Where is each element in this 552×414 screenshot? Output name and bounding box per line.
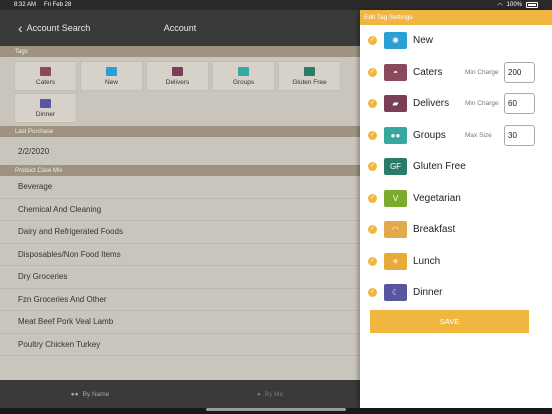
checkmark-icon[interactable]: ✓: [368, 67, 377, 77]
tag-tile[interactable]: Dinner: [14, 93, 77, 123]
new-badge-icon: ✺: [384, 32, 407, 50]
wifi-icon: ◠: [497, 2, 503, 9]
section-header-case-mix: Product Case Mix: [0, 165, 360, 176]
by-name-label: By Name: [82, 390, 110, 398]
tag-name: Breakfast: [413, 224, 456, 236]
section-header-last-purchase: Last Purchase: [0, 126, 360, 137]
nav-bar: ‹ Account Search Account: [0, 10, 360, 46]
case-mix-row[interactable]: Meat Beef Pork Veal Lamb: [0, 311, 360, 334]
tag-setting-row: ✓ V Vegetarian: [360, 183, 552, 215]
tag-setting-row: ✓ ☾ Dinner: [360, 277, 552, 309]
tag-setting-row: ✓ ✺ New: [360, 25, 552, 57]
leaf-icon: V: [384, 189, 407, 207]
tag-field-label: Max Size: [465, 131, 492, 139]
truck-icon: ▰: [384, 95, 407, 113]
tag-field-input[interactable]: [504, 61, 535, 83]
tag-tile-label: Groups: [232, 78, 255, 86]
panel-title: Edit Tag Settings: [360, 10, 552, 25]
case-mix-row[interactable]: Chemical And Cleaning: [0, 199, 360, 221]
tag-icon: [106, 66, 117, 76]
tag-name: Vegetarian: [413, 192, 461, 204]
tag-tile[interactable]: Groups: [212, 61, 275, 91]
case-mix-row[interactable]: Fzn Groceries And Other: [0, 289, 360, 311]
section-header-tags: Tags: [0, 46, 360, 57]
chevron-left-icon: ‹: [18, 19, 23, 36]
sun-icon: ☀: [384, 252, 407, 270]
person-pin-icon: ●: [256, 390, 261, 398]
tag-name: Gluten Free: [413, 161, 466, 173]
tag-setting-row: ✓ ☀ Lunch: [360, 246, 552, 278]
tag-name: Dinner: [413, 287, 443, 299]
case-mix-list: Beverage Chemical And Cleaning Dairy and R…: [0, 176, 360, 356]
tag-field-label: Min Charge: [465, 68, 499, 76]
tag-name: Caters: [413, 66, 443, 78]
edit-tag-settings-panel: Edit Tag Settings ✓ ✺ New ✓ ◓ Caters Min Charg…: [360, 10, 552, 408]
tag-setting-row: ✓ ●● Groups Max Size: [360, 120, 552, 152]
tag-tile-label: Dinner: [35, 110, 56, 118]
tag-tile[interactable]: Gluten Free: [278, 61, 341, 91]
people-icon: ●●: [70, 390, 79, 398]
battery-icon: [526, 2, 538, 8]
tag-tile-label: Caters: [35, 78, 56, 86]
tag-icon: [304, 66, 315, 76]
checkmark-icon[interactable]: ✓: [368, 256, 377, 266]
sunrise-icon: ◠: [384, 221, 407, 239]
account-screen: ‹ Account Search Account Tags Caters New D…: [0, 10, 360, 408]
cloche-icon: ◓: [384, 63, 407, 81]
tag-icon: [40, 66, 51, 76]
tag-field-label: Min Charge: [465, 100, 499, 108]
tag-tile-label: Delivers: [165, 78, 190, 86]
status-right: ◠ 100%: [497, 2, 538, 9]
tag-tile-label: Gluten Free: [292, 78, 327, 86]
by-name-button[interactable]: ●● By Name: [0, 380, 180, 408]
checkmark-icon[interactable]: ✓: [368, 193, 377, 203]
bottom-bar: ●● By Name ● By Me: [0, 380, 360, 408]
group-icon: ●●: [384, 126, 407, 144]
checkmark-icon[interactable]: ✓: [368, 99, 377, 109]
case-mix-row[interactable]: Poultry Chicken Turkey: [0, 334, 360, 356]
by-me-button[interactable]: ● By Me: [180, 380, 360, 408]
case-mix-row[interactable]: Dairy and Refrigerated Foods: [0, 221, 360, 244]
checkmark-icon[interactable]: ✓: [368, 36, 377, 46]
case-mix-row[interactable]: Disposables/Non Food Items: [0, 244, 360, 266]
tag-icon: [238, 66, 249, 76]
last-purchase-date: 2/2/2020: [18, 146, 50, 156]
tag-tile[interactable]: Delivers: [146, 61, 209, 91]
battery-percent: 100%: [506, 2, 522, 8]
tag-setting-row: ✓ GF Gluten Free: [360, 151, 552, 183]
case-mix-row[interactable]: Beverage: [0, 176, 360, 199]
status-bar: 8:32 AM Fri Feb 28 ◠ 100%: [0, 0, 552, 10]
tag-tile[interactable]: Caters: [14, 61, 77, 91]
tag-field-input[interactable]: [504, 93, 535, 115]
checkmark-icon[interactable]: ✓: [368, 288, 377, 298]
status-date: Fri Feb 28: [44, 2, 72, 8]
home-indicator: [206, 408, 346, 411]
back-label: Account Search: [26, 23, 91, 33]
tag-setting-row: ✓ ◓ Caters Min Charge: [360, 57, 552, 89]
tag-name: Lunch: [413, 255, 441, 267]
tag-setting-row: ✓ ◠ Breakfast: [360, 214, 552, 246]
tag-tile[interactable]: New: [80, 61, 143, 91]
status-time: 8:32 AM: [14, 2, 37, 8]
tags-grid: Caters New Delivers Groups Gluten Free Dinner: [0, 57, 360, 126]
moon-icon: ☾: [384, 284, 407, 302]
tag-setting-row: ✓ ▰ Delivers Min Charge: [360, 88, 552, 120]
tag-name: Groups: [413, 129, 446, 141]
back-button[interactable]: ‹ Account Search: [0, 19, 91, 36]
case-mix-row[interactable]: Dry Groceries: [0, 266, 360, 289]
tag-name: Delivers: [413, 98, 450, 110]
checkmark-icon[interactable]: ✓: [368, 162, 377, 172]
checkmark-icon[interactable]: ✓: [368, 225, 377, 235]
checkmark-icon[interactable]: ✓: [368, 130, 377, 140]
save-button[interactable]: SAVE: [370, 310, 529, 333]
by-me-label: By Me: [264, 390, 284, 398]
tag-field-input[interactable]: [504, 124, 535, 146]
tag-name: New: [413, 35, 434, 47]
tag-icon: [40, 98, 51, 108]
tag-settings-list: ✓ ✺ New ✓ ◓ Caters Min Charge ✓ ▰ Delivers Min Cha…: [360, 25, 552, 309]
gluten-free-icon: GF: [384, 158, 407, 176]
tag-tile-label: New: [104, 78, 118, 86]
tag-icon: [172, 66, 183, 76]
